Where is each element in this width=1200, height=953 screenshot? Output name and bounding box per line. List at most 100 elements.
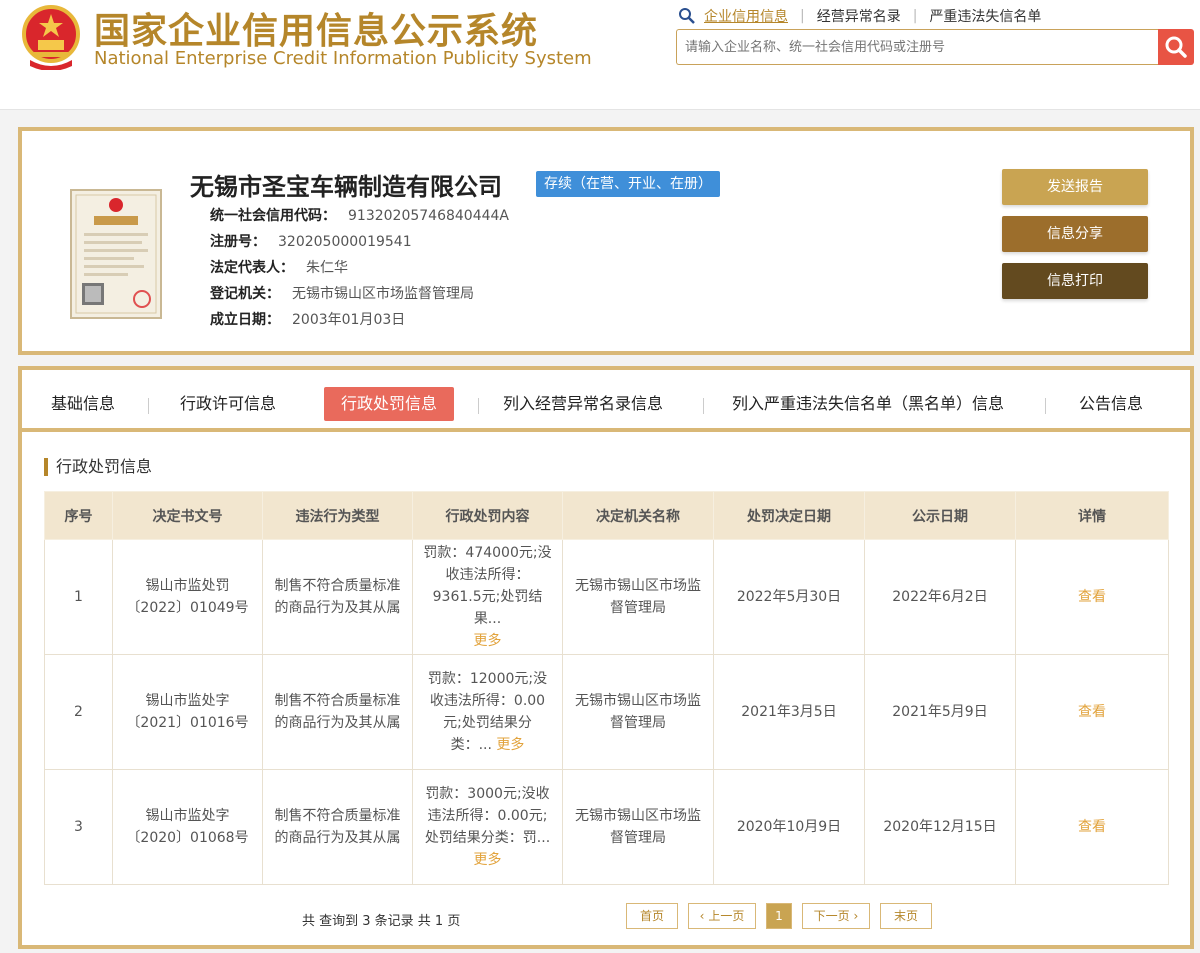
nav-link-abnormal-list[interactable]: 经营异常名录 — [817, 6, 901, 26]
business-license-icon — [70, 189, 162, 319]
publish-date: 2022年6月2日 — [864, 539, 1016, 655]
view-detail-link[interactable]: 查看 — [1078, 819, 1106, 835]
pager-summary: 共 查询到 3 条记录 共 1 页 — [302, 914, 461, 929]
nav-divider: | — [800, 8, 805, 24]
violation-type: 制售不符合质量标准的商品行为及其从属 — [262, 654, 413, 770]
search-icon — [679, 8, 695, 24]
tab-bar: 基础信息 行政许可信息 行政处罚信息 列入经营异常名录信息 列入严重违法失信名单… — [22, 370, 1190, 432]
site-title: 国家企业信用信息公示系统 — [94, 11, 539, 52]
more-link[interactable]: 更多 — [496, 737, 524, 753]
reg-no-value: 320205000019541 — [278, 234, 412, 250]
founded-label: 成立日期： — [210, 312, 280, 328]
company-name: 无锡市圣宝车辆制造有限公司 — [190, 173, 502, 201]
decision-doc-no: 锡山市监处字〔2020〕01068号 — [112, 769, 263, 885]
nav-link-blacklist[interactable]: 严重违法失信名单 — [929, 6, 1041, 26]
nav-divider: | — [912, 8, 918, 24]
view-detail-link[interactable]: 查看 — [1078, 589, 1106, 605]
search-button[interactable] — [1158, 29, 1194, 65]
status-badge: 存续（在营、开业、在册） — [536, 171, 720, 197]
violation-type: 制售不符合质量标准的商品行为及其从属 — [262, 539, 413, 655]
prev-page-button[interactable]: ‹ 上一页 — [688, 903, 756, 929]
company-summary-panel: 无锡市圣宝车辆制造有限公司 存续（在营、开业、在册） 统一社会信用代码： 9132… — [18, 127, 1194, 355]
penalty-content: 罚款：3000元;没收违法所得：0.00元;处罚结果分类：罚... 更多 — [412, 769, 563, 885]
nav-link-credit-info[interactable]: 企业信用信息 — [704, 6, 788, 26]
more-link[interactable]: 更多 — [474, 633, 502, 649]
view-detail-link[interactable]: 查看 — [1078, 704, 1106, 720]
credit-code-value: 91320205746840444A — [348, 208, 509, 224]
penalty-content-text: 罚款：474000元;没收违法所得：9361.5元;处罚结果... — [423, 545, 552, 627]
details-panel: 基础信息 行政许可信息 行政处罚信息 列入经营异常名录信息 列入严重违法失信名单… — [18, 366, 1194, 949]
print-info-button[interactable]: 信息打印 — [1002, 263, 1148, 299]
credit-code-label: 统一社会信用代码： — [210, 208, 336, 224]
national-emblem-icon — [22, 5, 80, 70]
row-number: 2 — [44, 654, 113, 770]
tab-license-info[interactable]: 行政许可信息 — [180, 387, 276, 421]
table-header-row: 序号 决定书文号 违法行为类型 行政处罚内容 决定机关名称 处罚决定日期 公示日… — [44, 491, 1169, 540]
publish-date: 2020年12月15日 — [864, 769, 1016, 885]
first-page-button[interactable]: 首页 — [626, 903, 678, 929]
legal-rep-value: 朱仁华 — [306, 260, 348, 276]
decision-authority: 无锡市锡山区市场监督管理局 — [562, 539, 714, 655]
site-subtitle: National Enterprise Credit Information P… — [94, 48, 592, 69]
column-header: 详情 — [1015, 491, 1169, 540]
decision-date: 2021年3月5日 — [713, 654, 865, 770]
last-page-button[interactable]: 末页 — [880, 903, 932, 929]
reg-no-label: 注册号： — [210, 234, 266, 250]
tab-basic-info[interactable]: 基础信息 — [51, 387, 115, 421]
violation-type: 制售不符合质量标准的商品行为及其从属 — [262, 769, 413, 885]
more-link[interactable]: 更多 — [474, 852, 502, 868]
column-header: 决定书文号 — [112, 491, 263, 540]
tab-divider — [148, 398, 149, 414]
search-icon — [1165, 36, 1187, 58]
tab-announcements[interactable]: 公告信息 — [1079, 387, 1143, 421]
legal-rep-row: 法定代表人： 朱仁华 — [210, 257, 348, 277]
row-number: 1 — [44, 539, 113, 655]
penalty-content: 罚款：12000元;没收违法所得：0.00元;处罚结果分类：... 更多 — [412, 654, 563, 770]
penalty-content-text: 罚款：12000元;没收违法所得：0.00元;处罚结果分类：... — [427, 671, 548, 753]
next-page-button[interactable]: 下一页 › — [802, 903, 870, 929]
column-header: 序号 — [44, 491, 113, 540]
authority-row: 登记机关： 无锡市锡山区市场监督管理局 — [210, 283, 474, 303]
decision-authority: 无锡市锡山区市场监督管理局 — [562, 769, 714, 885]
column-header: 决定机关名称 — [562, 491, 714, 540]
section-title: 行政处罚信息 — [44, 458, 152, 476]
decision-date: 2020年10月9日 — [713, 769, 865, 885]
legal-rep-label: 法定代表人： — [210, 260, 294, 276]
tab-abnormal-list[interactable]: 列入经营异常名录信息 — [503, 387, 663, 421]
reg-no-row: 注册号： 320205000019541 — [210, 231, 412, 251]
founded-value: 2003年01月03日 — [292, 312, 406, 328]
detail-cell: 查看 — [1015, 769, 1169, 885]
decision-doc-no: 锡山市监处罚〔2022〕01049号 — [112, 539, 263, 655]
authority-value: 无锡市锡山区市场监督管理局 — [292, 286, 474, 302]
tab-blacklist[interactable]: 列入严重违法失信名单（黑名单）信息 — [732, 387, 1004, 421]
row-number: 3 — [44, 769, 113, 885]
tab-divider — [703, 398, 704, 414]
penalty-table: 序号 决定书文号 违法行为类型 行政处罚内容 决定机关名称 处罚决定日期 公示日… — [44, 491, 1169, 885]
site-header: 国家企业信用信息公示系统 National Enterprise Credit … — [0, 0, 1200, 110]
chevron-right-icon: › — [853, 909, 859, 923]
chevron-left-icon: ‹ — [699, 909, 705, 923]
share-info-button[interactable]: 信息分享 — [1002, 216, 1148, 252]
tab-penalty-info[interactable]: 行政处罚信息 — [324, 387, 455, 421]
search-input[interactable] — [676, 29, 1158, 65]
decision-authority: 无锡市锡山区市场监督管理局 — [562, 654, 714, 770]
detail-cell: 查看 — [1015, 654, 1169, 770]
column-header: 处罚决定日期 — [713, 491, 865, 540]
penalty-content: 罚款：474000元;没收违法所得：9361.5元;处罚结果... 更多 — [412, 539, 563, 655]
tab-divider — [478, 398, 479, 414]
credit-code-row: 统一社会信用代码： 91320205746840444A — [210, 205, 509, 225]
authority-label: 登记机关： — [210, 286, 280, 302]
page-number-current[interactable]: 1 — [766, 903, 792, 929]
decision-doc-no: 锡山市监处字〔2021〕01016号 — [112, 654, 263, 770]
table-row: 1 锡山市监处罚〔2022〕01049号 制售不符合质量标准的商品行为及其从属 … — [44, 539, 1169, 655]
send-report-button[interactable]: 发送报告 — [1002, 169, 1148, 205]
top-nav: 企业信用信息 | 经营异常名录 | 严重违法失信名单 — [678, 6, 1041, 26]
prev-page-label: 上一页 — [708, 909, 745, 923]
column-header: 行政处罚内容 — [412, 491, 563, 540]
founded-row: 成立日期： 2003年01月03日 — [210, 309, 405, 329]
table-row: 2 锡山市监处字〔2021〕01016号 制售不符合质量标准的商品行为及其从属 … — [44, 654, 1169, 770]
table-row: 3 锡山市监处字〔2020〕01068号 制售不符合质量标准的商品行为及其从属 … — [44, 769, 1169, 885]
next-page-label: 下一页 — [813, 909, 850, 923]
publish-date: 2021年5月9日 — [864, 654, 1016, 770]
tab-divider — [1045, 398, 1046, 414]
